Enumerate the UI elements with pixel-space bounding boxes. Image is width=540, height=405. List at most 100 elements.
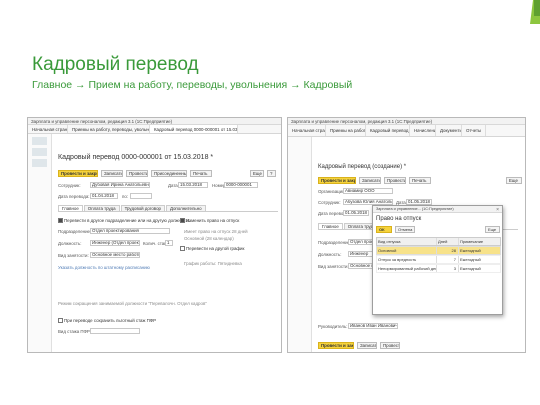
r-footer-post-close-button[interactable]: Провести и закрыть — [318, 342, 354, 349]
r-dept-label: Подразделение: — [318, 240, 352, 245]
schedule-note: График работы: Пятидневка — [184, 261, 242, 266]
dialog-more-button[interactable]: Еще — [485, 226, 500, 233]
history-icon[interactable] — [32, 148, 47, 156]
r-tab-home[interactable]: Начальная страница — [288, 125, 326, 136]
department-field[interactable]: Отдел проектирования — [90, 228, 170, 234]
r-print-button[interactable]: Печать — [409, 177, 431, 184]
r-emp-type-field[interactable]: Основное место — [348, 263, 374, 269]
employee-field[interactable]: Дубовая Ирина Анатольевна — [90, 182, 150, 188]
row-days: 28 — [437, 247, 459, 254]
staff-note: Режим сокращения занимаемой должности "П… — [58, 301, 207, 306]
staff-position-link[interactable]: Указать должность по штатному расписанию — [58, 265, 150, 270]
schedule-checkbox[interactable]: Перевести на другой график — [180, 246, 244, 251]
rate-field[interactable]: 1 — [165, 240, 173, 246]
left-inner-tabs: Главное Оплата труда Трудовой договор До… — [58, 205, 278, 212]
r-tab-hiring-list[interactable]: Приемы на работу, переводы, увольнения — [326, 125, 366, 136]
r-post-and-close-button[interactable]: Провести и закрыть — [318, 177, 356, 184]
left-top-tabs: Начальная страница Приемы на работу, пер… — [28, 125, 281, 134]
dialog-titlebar: Зарплата и управление... (1С:Предприятие… — [373, 206, 502, 213]
tab-additional[interactable]: Дополнительно — [165, 205, 206, 211]
pension-label: Вид стажа ПФР: — [58, 329, 91, 334]
favorites-icon[interactable] — [32, 159, 47, 167]
r-transfer-field[interactable]: 01.05.2018 — [343, 210, 369, 216]
post-button[interactable]: Провести — [126, 170, 148, 177]
employment-field[interactable]: Основное место работы — [90, 252, 140, 258]
transfer-checkbox[interactable]: Перевести в другое подразделение или на … — [58, 218, 190, 223]
r-tab-main[interactable]: Главное — [318, 223, 343, 229]
header-vacation-type: Вид отпуска — [377, 238, 437, 245]
left-doc-title: Кадровый перевод 0000-000001 от 15.03.20… — [58, 154, 214, 161]
slide-subtitle: Главное → Прием на работу, переводы, уво… — [32, 79, 353, 91]
date-field[interactable]: 15.03.2018 — [178, 182, 208, 188]
row-days: 3 — [437, 265, 459, 272]
r-post-button[interactable]: Провести — [384, 177, 406, 184]
r-tab-accruals[interactable]: Начисления — [410, 125, 436, 136]
vacation-rights-dialog: Зарплата и управление... (1С:Предприятие… — [372, 205, 503, 315]
dialog-cancel-button[interactable]: Отмена — [395, 226, 415, 233]
row-note: Ежегодный — [460, 266, 481, 271]
r-emp-label: Сотрудник: — [318, 200, 341, 205]
row-type: Ненормированный рабочий день — [378, 265, 437, 272]
r-manager-field[interactable]: Иванов Иван Иванович — [348, 323, 398, 329]
department-label: Подразделение: — [58, 229, 92, 234]
r-pos-label: Должность: — [318, 252, 342, 257]
r-tab-transfer-new[interactable]: Кадровый перевод (создание) * — [366, 125, 410, 136]
tab-main[interactable]: Главное — [58, 205, 83, 211]
home-icon[interactable] — [32, 137, 47, 145]
table-row[interactable]: Отпуск за вредность 7 Ежегодный — [376, 255, 501, 264]
vacation-checkbox[interactable]: Изменить право на отпуск — [180, 218, 239, 223]
r-org-label: Организация: — [318, 189, 346, 194]
post-and-close-button[interactable]: Провести и закрыть — [58, 170, 98, 177]
row-days: 7 — [437, 256, 459, 263]
print-button[interactable]: Печать — [190, 170, 212, 177]
row-type: Отпуск за вредность — [377, 256, 437, 263]
transfer-date-label: Дата перевода: — [58, 194, 90, 199]
r-save-button[interactable]: Записать — [359, 177, 381, 184]
save-button[interactable]: Записать — [101, 170, 123, 177]
left-window: Зарплата и управление персоналом, редакц… — [27, 117, 282, 353]
header-days: Дней — [437, 238, 459, 245]
r-more-button[interactable]: Еще — [506, 177, 522, 184]
header-note: Примечание — [460, 239, 484, 244]
r-dept-field[interactable]: Отдел проектирования — [348, 239, 374, 245]
ok-button[interactable]: ОК — [376, 226, 392, 233]
table-row[interactable]: Основной 28 Ежегодный — [376, 246, 501, 255]
attached-files-button[interactable]: Присоединенные файлы — [151, 170, 187, 177]
pension-field[interactable] — [90, 328, 140, 334]
dialog-table-header: Вид отпуска Дней Примечание — [376, 237, 501, 246]
vacation-note: Имеет право на отпуск 28 дней — [184, 229, 248, 234]
tab-transfer-doc[interactable]: Кадровый перевод 0000-000001 от 15.03.20… — [150, 125, 238, 133]
r-pos-field[interactable]: Инженер — [348, 251, 374, 257]
employee-label: Сотрудник: — [58, 183, 81, 188]
r-emp-type-label: Вид занятости: — [318, 264, 349, 269]
r-tab-reports[interactable]: Отчеты — [462, 125, 486, 136]
until-field[interactable] — [130, 193, 152, 199]
r-tab-documents[interactable]: Документы — [436, 125, 462, 136]
position-field[interactable]: Инженер (Отдел проектирован) — [90, 240, 140, 246]
row-note: Ежегодный — [460, 257, 481, 262]
tab-home[interactable]: Начальная страница — [28, 125, 68, 133]
employment-label: Вид занятости: — [58, 253, 89, 258]
pension-checkbox[interactable]: При переводе сохранить льготный стаж ПФР — [58, 318, 156, 323]
left-titlebar: Зарплата и управление персоналом, редакц… — [28, 118, 281, 125]
dialog-title: Право на отпуск — [376, 216, 422, 222]
tab-payment[interactable]: Оплата труда — [83, 205, 120, 211]
row-note: Ежегодный — [460, 248, 481, 253]
tab-contract[interactable]: Трудовой договор — [120, 205, 165, 211]
until-label: по: — [122, 194, 129, 199]
help-button[interactable]: ? — [267, 170, 276, 177]
right-titlebar: Зарплата и управление персоналом, редакц… — [288, 118, 525, 125]
position-label: Должность: — [58, 241, 82, 246]
more-button[interactable]: Еще — [250, 170, 264, 177]
number-field[interactable]: 0000-000001 — [224, 182, 258, 188]
row-type: Основной — [377, 247, 437, 254]
right-sidebar — [288, 137, 312, 352]
close-icon[interactable]: × — [496, 207, 499, 213]
tab-hiring-list[interactable]: Приемы на работу, переводы, увольнения — [68, 125, 150, 133]
table-row[interactable]: Ненормированный рабочий день 3 Ежегодный — [376, 264, 501, 273]
right-doc-title: Кадровый перевод (создание) * — [318, 164, 407, 170]
r-org-field[interactable]: Авиамир ООО — [343, 188, 393, 194]
r-footer-save-button[interactable]: Записать — [357, 342, 377, 349]
r-footer-post-button[interactable]: Провести — [380, 342, 400, 349]
transfer-date-field[interactable]: 01.04.2018 — [90, 193, 118, 199]
